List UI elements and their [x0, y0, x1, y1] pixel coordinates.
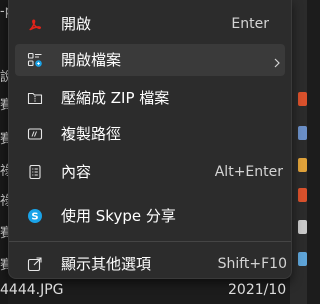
- context-menu: 開啟 Enter 開啟檔案 壓縮成 ZIP 檔案 複製路徑 內容 Alt+Ent…: [8, 0, 292, 279]
- zip-folder-icon: [27, 90, 43, 106]
- shortcut-label: Shift+F10: [217, 256, 287, 272]
- menu-item-copy-path[interactable]: 複製路徑: [15, 118, 285, 150]
- menu-item-label: 使用 Skype 分享: [61, 207, 176, 225]
- menu-item-label: 顯示其他選項: [61, 255, 152, 273]
- menu-item-label: 壓縮成 ZIP 檔案: [61, 89, 170, 107]
- menu-separator: [9, 241, 291, 242]
- file-type-icon: [298, 92, 307, 106]
- menu-item-open-with[interactable]: 開啟檔案: [15, 44, 285, 76]
- file-type-icon: [298, 252, 307, 266]
- properties-icon: [27, 164, 43, 180]
- open-with-icon: [27, 52, 43, 68]
- shortcut-label: Enter: [231, 16, 269, 32]
- menu-item-label: 複製路徑: [61, 125, 122, 143]
- svg-text:S: S: [31, 212, 38, 223]
- file-date: 2021/10: [228, 282, 287, 298]
- file-type-icon: [298, 220, 307, 234]
- file-type-icon: [298, 188, 307, 202]
- copy-path-icon: [27, 126, 43, 142]
- menu-item-show-more-options[interactable]: 顯示其他選項 Shift+F10: [15, 248, 287, 280]
- pdf-icon: [27, 16, 43, 32]
- menu-item-compress-zip[interactable]: 壓縮成 ZIP 檔案: [15, 82, 285, 114]
- menu-item-label: 內容: [61, 163, 92, 181]
- file-type-icon: [298, 158, 307, 172]
- menu-item-label: 開啟: [61, 15, 92, 33]
- file-type-icon: [298, 126, 307, 140]
- menu-item-share-skype[interactable]: S 使用 Skype 分享: [15, 200, 285, 232]
- menu-item-open[interactable]: 開啟 Enter: [15, 8, 285, 40]
- menu-item-label: 開啟檔案: [61, 51, 122, 69]
- menu-item-properties[interactable]: 內容 Alt+Enter: [15, 156, 285, 188]
- shortcut-label: Alt+Enter: [214, 164, 283, 180]
- skype-icon: S: [27, 208, 43, 224]
- file-name[interactable]: 4444.JPG: [0, 282, 64, 298]
- show-more-icon: [27, 256, 43, 272]
- chevron-right-icon: [271, 54, 283, 68]
